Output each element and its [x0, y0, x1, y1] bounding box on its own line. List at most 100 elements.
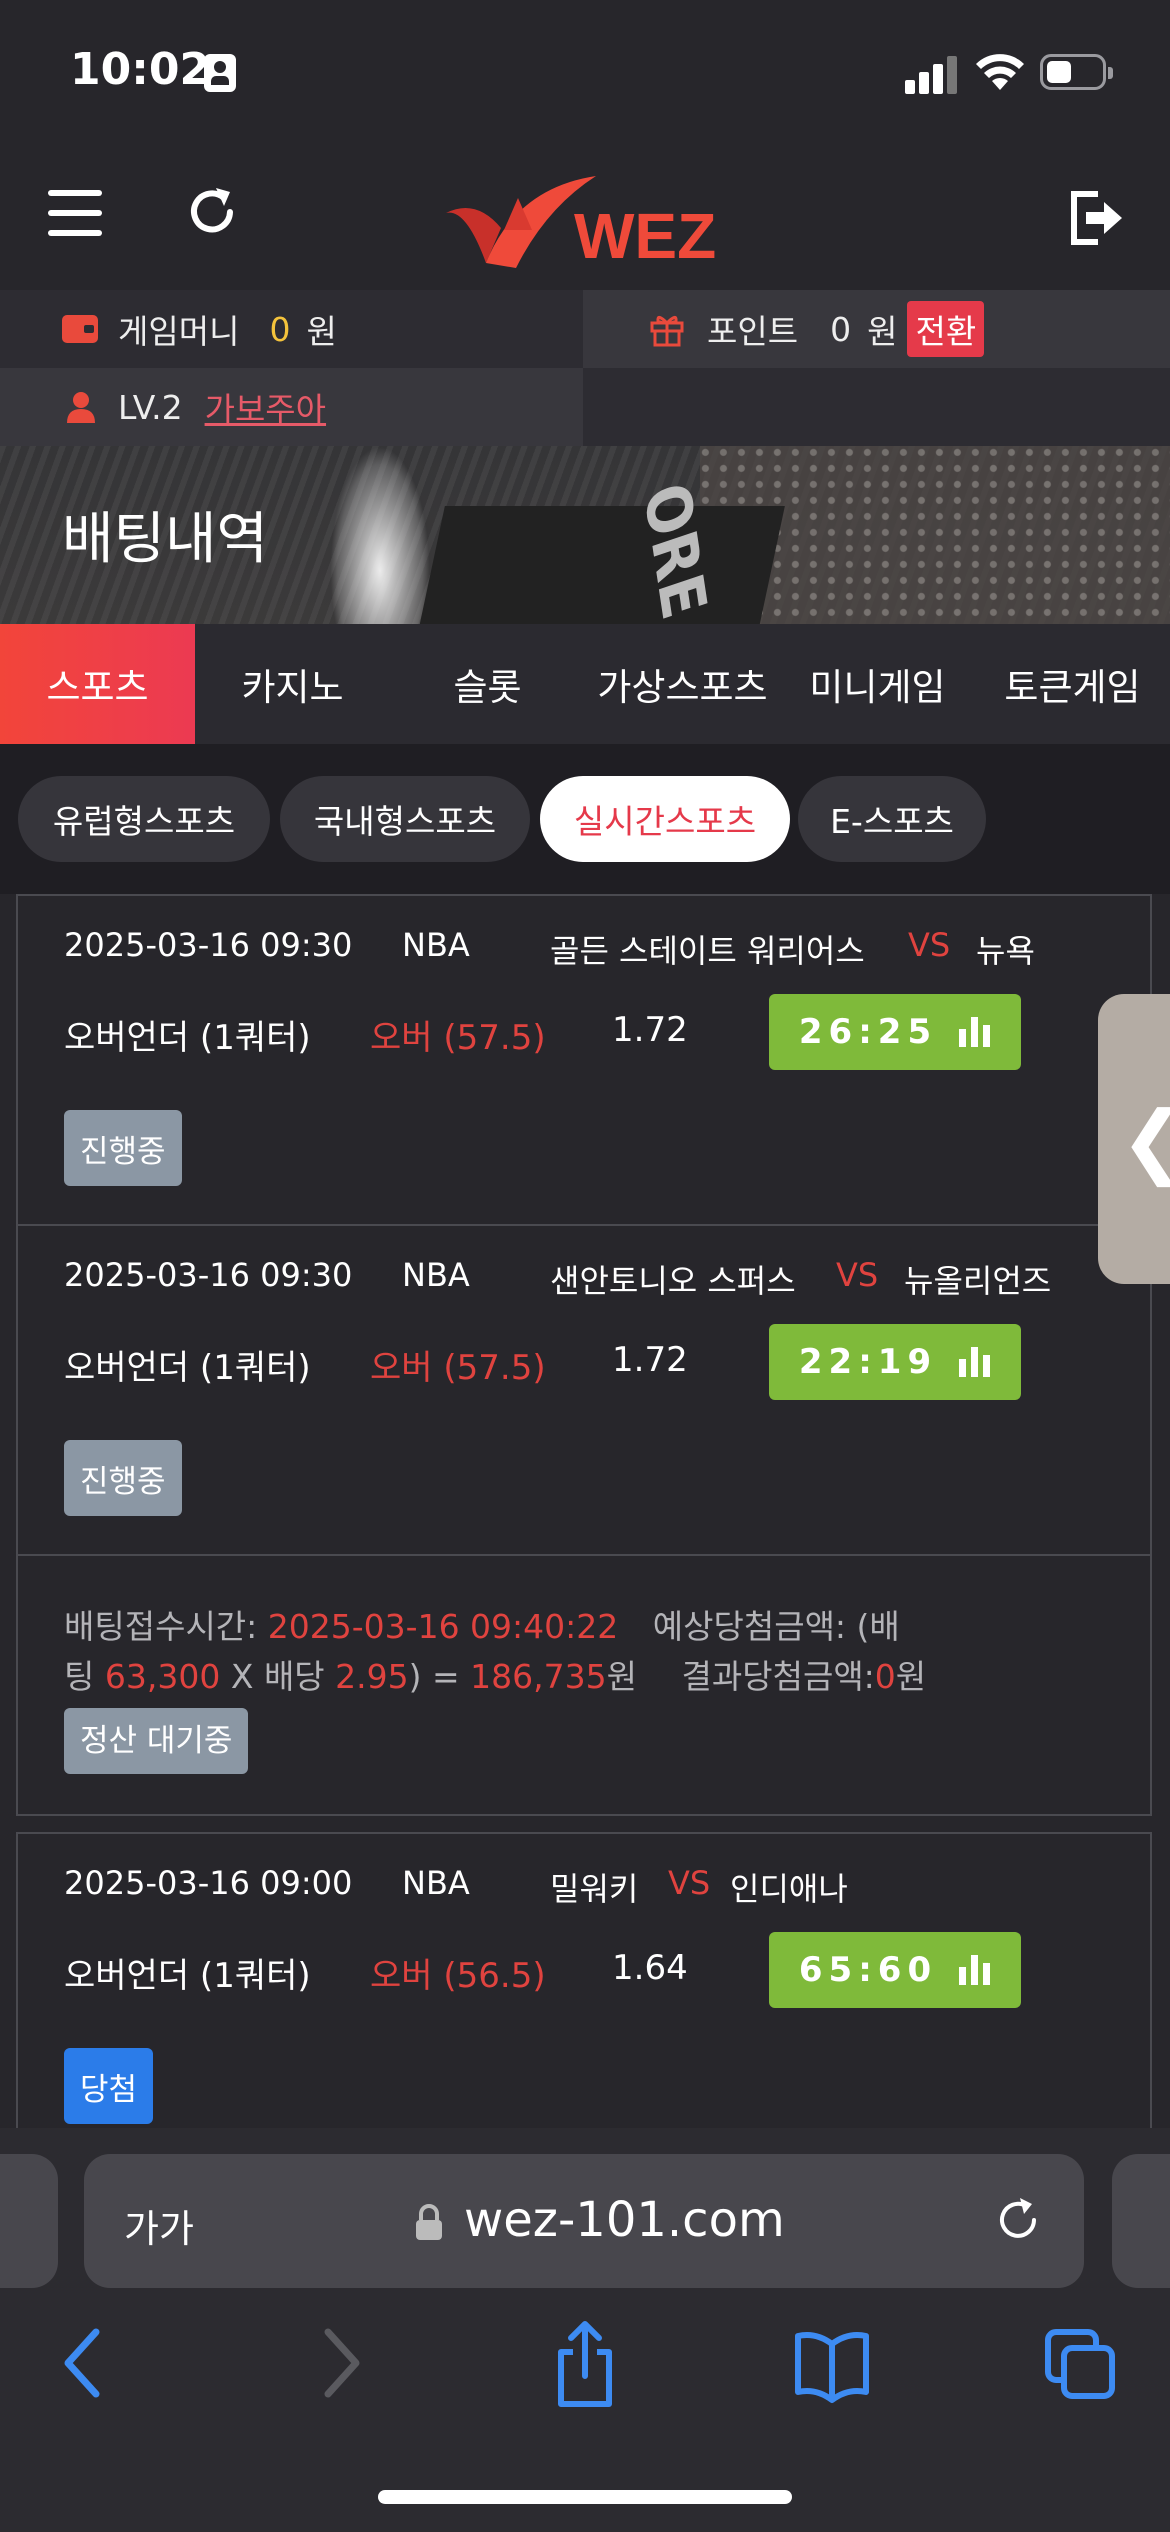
- bet-pick: 오버 (57.5): [370, 1018, 546, 1058]
- tab-slot[interactable]: 슬롯: [390, 624, 585, 744]
- live-score-button[interactable]: 26:25: [769, 994, 1021, 1070]
- account-info-bar: 게임머니 0 원 포인트 0 원 전환 LV.2 가보주아: [0, 290, 1170, 446]
- point-unit: 원: [867, 312, 898, 351]
- url-text: wez-101.com: [464, 2192, 785, 2248]
- bet-game-row: 2025-03-16 09:30 NBA 골든 스테이트 워리어스 VS 뉴욕 …: [18, 896, 1150, 1226]
- chevron-left-icon: ❮: [1120, 1094, 1170, 1187]
- tab-virtual-sports[interactable]: 가상스포츠: [585, 624, 780, 744]
- side-panel-handle[interactable]: ❮: [1098, 994, 1170, 1284]
- stake-amount: 63,300: [104, 1657, 221, 1696]
- multiply-label: X 배당: [230, 1657, 325, 1696]
- live-score: 26:25: [798, 1012, 938, 1052]
- game-league: NBA: [402, 1864, 470, 1902]
- bet-pick: 오버 (57.5): [370, 1348, 546, 1388]
- tab-token-game[interactable]: 토큰게임: [975, 624, 1170, 744]
- stats-chart-icon: [959, 1017, 991, 1047]
- lock-icon: [416, 2204, 442, 2240]
- user-level-row: LV.2 가보주아: [0, 368, 583, 446]
- wifi-icon: [976, 54, 1024, 90]
- wez-logo[interactable]: WEZ: [446, 168, 726, 278]
- banner-smoke-image: [330, 446, 430, 624]
- tab-casino[interactable]: 카지노: [195, 624, 390, 744]
- nickname-link[interactable]: 가보주아: [205, 383, 326, 431]
- bet-time-label: 배팅접수시간:: [64, 1607, 258, 1646]
- live-score-button[interactable]: 65:60: [769, 1932, 1021, 2008]
- status-bar: 10:02: [0, 0, 1170, 150]
- vs-label: VS: [668, 1864, 711, 1902]
- logo-text: WEZ: [574, 200, 716, 272]
- bet-slip-card: 2025-03-16 09:00 NBA 밀워키 VS 인디애나 오버언더 (1…: [16, 1832, 1152, 2132]
- point-label: 포인트: [707, 312, 799, 351]
- share-icon[interactable]: [545, 2318, 625, 2408]
- expected-amount: 186,735: [470, 1657, 607, 1696]
- bet-odds: 1.64: [612, 1948, 688, 1988]
- market-name: 오버언더 (1쿼터): [64, 1956, 311, 1996]
- bookmarks-icon[interactable]: [792, 2318, 872, 2408]
- reader-settings-button[interactable]: 가가: [124, 2198, 194, 2253]
- menu-icon[interactable]: [48, 190, 102, 238]
- close-paren: ) =: [408, 1657, 460, 1696]
- sub-tabs: 유럽형스포츠 국내형스포츠 실시간스포츠 E-스포츠: [0, 744, 1170, 894]
- previous-tab-peek[interactable]: [0, 2154, 58, 2288]
- bet-summary-line-2: 팅 63,300 X 배당 2.95) = 186,735원 결과당첨금액:0원: [64, 1652, 1104, 1702]
- tab-sports[interactable]: 스포츠: [0, 624, 195, 744]
- away-team: 뉴욕: [976, 932, 1035, 970]
- status-badge: 진행중: [64, 1110, 182, 1186]
- stats-chart-icon: [959, 1955, 991, 1985]
- tabs-icon[interactable]: [1040, 2318, 1120, 2408]
- bet-summary-line-1: 배팅접수시간: 2025-03-16 09:40:22 예상당첨금액: (배: [64, 1602, 1104, 1652]
- reload-icon[interactable]: [992, 2194, 1044, 2246]
- total-odds: 2.95: [335, 1657, 409, 1696]
- bet-pick: 오버 (56.5): [370, 1956, 546, 1996]
- bet-time: 2025-03-16 09:40:22: [267, 1607, 619, 1646]
- address-bar[interactable]: 가가 wez-101.com: [84, 2154, 1084, 2288]
- page-title: 배팅내역: [62, 507, 269, 572]
- next-tab-peek[interactable]: [1112, 2154, 1170, 2288]
- home-team: 밀워키: [550, 1870, 639, 1908]
- forward-icon[interactable]: [300, 2318, 380, 2408]
- info-spacer: [583, 368, 1170, 446]
- away-team: 뉴올리언즈: [904, 1262, 1052, 1300]
- clock: 10:02: [70, 44, 211, 95]
- game-money-value: 0: [269, 309, 291, 349]
- refresh-icon[interactable]: [180, 180, 244, 244]
- logout-icon[interactable]: [1064, 186, 1128, 250]
- market-name: 오버언더 (1쿼터): [64, 1018, 311, 1058]
- app-header: WEZ: [0, 150, 1170, 290]
- subtab-domestic-sports[interactable]: 국내형스포츠: [280, 776, 530, 862]
- market-name: 오버언더 (1쿼터): [64, 1348, 311, 1388]
- gift-icon: [650, 316, 684, 347]
- bet-game-row: 2025-03-16 09:00 NBA 밀워키 VS 인디애나 오버언더 (1…: [18, 1834, 1150, 2162]
- contact-card-icon: [204, 54, 236, 92]
- vs-label: VS: [836, 1256, 879, 1294]
- page-banner: ORE 배팅내역: [0, 446, 1170, 624]
- bet-slip-card: 2025-03-16 09:30 NBA 골든 스테이트 워리어스 VS 뉴욕 …: [16, 894, 1152, 1816]
- expected-label: 예상당첨금액: (배: [652, 1607, 900, 1646]
- game-money: 게임머니 0 원: [0, 290, 583, 368]
- game-datetime: 2025-03-16 09:30: [64, 1256, 353, 1294]
- tab-mini-game[interactable]: 미니게임: [780, 624, 975, 744]
- live-score-button[interactable]: 22:19: [769, 1324, 1021, 1400]
- expected-label-cont: 팅: [64, 1657, 95, 1696]
- vs-label: VS: [908, 926, 951, 964]
- subtab-esports[interactable]: E-스포츠: [798, 776, 986, 862]
- home-indicator[interactable]: [378, 2490, 792, 2504]
- points: 포인트 0 원 전환: [583, 290, 1170, 368]
- bet-game-row: 2025-03-16 09:30 NBA 샌안토니오 스퍼스 VS 뉴올리언즈 …: [18, 1226, 1150, 1556]
- status-badge: 당첨: [64, 2048, 154, 2124]
- game-money-label: 게임머니: [118, 312, 240, 351]
- point-value: 0: [830, 309, 852, 349]
- back-icon[interactable]: [44, 2318, 124, 2408]
- subtab-european-sports[interactable]: 유럽형스포츠: [18, 776, 270, 862]
- browser-toolbar: [0, 2318, 1170, 2428]
- cellular-signal-icon: [905, 54, 961, 94]
- bet-summary: 배팅접수시간: 2025-03-16 09:40:22 예상당첨금액: (배 팅…: [18, 1556, 1150, 1818]
- subtab-live-sports[interactable]: 실시간스포츠: [540, 776, 790, 862]
- home-team: 골든 스테이트 워리어스: [550, 932, 865, 970]
- settlement-status-badge: 정산 대기중: [64, 1708, 249, 1774]
- category-tabs: 스포츠 카지노 슬롯 가상스포츠 미니게임 토큰게임: [0, 624, 1170, 744]
- convert-button[interactable]: 전환: [907, 301, 985, 357]
- result-label: 결과당첨금액:: [681, 1657, 875, 1696]
- game-league: NBA: [402, 926, 470, 964]
- result-unit: 원: [895, 1657, 927, 1696]
